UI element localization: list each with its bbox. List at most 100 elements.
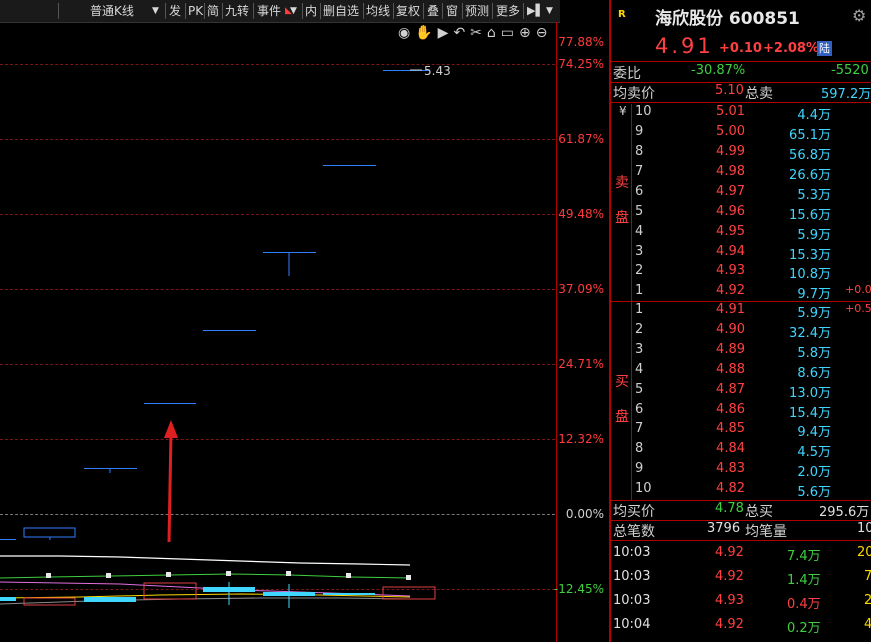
sell-level-row[interactable]: 1 4.92 9.7万 +0.0 <box>611 283 871 303</box>
candle <box>23 527 76 538</box>
candle <box>323 165 376 166</box>
ticks-label: 总笔数 <box>613 524 655 540</box>
toolbar-divider <box>363 3 364 19</box>
price-change: +0.10 <box>719 41 762 56</box>
gear-icon[interactable]: ⚙ <box>852 6 866 25</box>
buy-level-row[interactable]: 8 4.84 4.5万 <box>611 441 871 461</box>
buy-level-row[interactable]: 1 4.91 5.9万 +0.5 <box>611 302 871 322</box>
divider <box>611 102 871 103</box>
buy-total: 295.6万 <box>819 505 870 520</box>
arrow-shaft <box>167 431 173 543</box>
toolbar-divider <box>462 3 463 19</box>
marker <box>166 572 171 577</box>
toolbar-divider <box>320 3 321 19</box>
toolbar-item-more[interactable]: 更多 <box>496 2 520 20</box>
trade-row: 10:04 4.92 0.2万 4 <box>613 617 871 636</box>
sell-level-row[interactable]: 7 4.98 26.6万 <box>611 164 871 184</box>
toolbar-item-jiuzhuan[interactable]: 九转 <box>225 2 249 20</box>
toolbar-divider <box>523 3 524 19</box>
sell-level-row[interactable]: 6 4.97 5.3万 <box>611 184 871 204</box>
volume-bar <box>84 597 136 602</box>
toolbar-divider <box>204 3 205 19</box>
hk-connect-badge: 陆 <box>817 41 832 56</box>
buy-level-row[interactable]: 10 4.82 5.6万 <box>611 481 871 501</box>
max-price-annotation: 5.43 <box>424 64 451 78</box>
toolbar-item-fa[interactable]: 发 <box>169 2 181 20</box>
toolbar-item-events[interactable]: 事件 <box>257 2 281 20</box>
sell-level-row[interactable]: 9 5.00 65.1万 <box>611 124 871 144</box>
chevron-down-icon[interactable]: ▼ <box>546 2 553 20</box>
buy-level-row[interactable]: 5 4.87 13.0万 <box>611 382 871 402</box>
kline-plot: 5.43 <box>0 64 451 608</box>
y-axis-label: 37.09% <box>558 282 604 296</box>
toolbar-divider <box>423 3 424 19</box>
collapse-icon[interactable]: ▶▌ <box>527 2 544 20</box>
marker <box>406 575 411 580</box>
y-axis-label: 0.00% <box>565 507 604 521</box>
sell-level-row[interactable]: 2 4.93 10.8万 <box>611 263 871 283</box>
toolbar-item-pk[interactable]: PK <box>188 2 203 20</box>
buy-level-row[interactable]: 4 4.88 8.6万 <box>611 362 871 382</box>
chevron-down-icon[interactable]: ▼ <box>152 2 159 20</box>
volume-bar <box>323 593 375 595</box>
buy-level-row[interactable]: 7 4.85 9.4万 <box>611 421 871 441</box>
y-axis-label: 49.48% <box>558 207 604 221</box>
axis-divider <box>556 22 557 642</box>
buy-avg-price: 4.78 <box>715 501 744 516</box>
candle <box>144 403 196 404</box>
weibi-row: 委比 -30.87% -5520 <box>611 63 871 83</box>
volume-bar <box>0 597 16 601</box>
ticks-row: 总笔数 3796 均笔量 10 <box>611 521 871 541</box>
y-axis-label: 24.71% <box>558 357 604 371</box>
toolbar-divider <box>165 3 166 19</box>
sell-level-row[interactable]: 8 4.99 56.8万 <box>611 144 871 164</box>
toolbar-item-window[interactable]: 窗 <box>446 2 458 20</box>
ma-line <box>0 555 411 566</box>
buy-level-row[interactable]: 2 4.90 32.4万 <box>611 322 871 342</box>
trade-row: 10:03 4.92 1.4万 7 <box>613 569 871 588</box>
chevron-down-icon[interactable]: ▼ <box>290 2 297 20</box>
toolbar-item-ma[interactable]: 均线 <box>366 2 390 20</box>
kline-mode-select[interactable]: 普通K线 <box>90 2 134 20</box>
quote-panel: R 海欣股份 600851 ⚙ 4.91 +0.10 +2.08% 陆 委比 -… <box>609 0 871 642</box>
marker <box>286 571 291 576</box>
buy-level-row[interactable]: 3 4.89 5.8万 <box>611 342 871 362</box>
sell-total: 597.2万 <box>821 87 871 102</box>
sell-level-row[interactable]: 4 4.95 5.9万 <box>611 224 871 244</box>
marker <box>346 573 351 578</box>
sell-avg-price: 5.10 <box>715 83 744 98</box>
buy-level-row[interactable]: 9 4.83 2.0万 <box>611 461 871 481</box>
chart-toolbar: 普通K线 ▼ 发 PK 简 九转 事件 ◣ ▼ 内 删自选 均线 复权 叠 窗 … <box>0 0 560 23</box>
stock-name-code: 海欣股份 600851 <box>655 9 800 29</box>
divider <box>611 61 871 62</box>
price-change-pct: +2.08% <box>763 41 819 56</box>
marker <box>226 571 231 576</box>
kline-chart[interactable]: ◉✋▶↶✂⌂▭⊕⊖ 77.88% 74.25% 61.87% 49.48% 37… <box>0 22 608 642</box>
toolbar-item-forecast[interactable]: 预测 <box>465 2 489 20</box>
trade-row: 10:03 4.92 7.4万 20 <box>613 545 871 564</box>
buy-avg-label: 均买价 <box>613 504 655 520</box>
y-axis-label: 77.88% <box>558 35 604 49</box>
trade-row: 10:03 4.93 0.4万 2 <box>613 593 871 612</box>
toolbar-item-remove-watch[interactable]: 删自选 <box>323 2 359 20</box>
candle <box>383 70 429 71</box>
sell-level-row[interactable]: 10 5.01 4.4万 <box>611 104 871 124</box>
toolbar-item-adjust[interactable]: 复权 <box>396 2 420 20</box>
toolbar-divider <box>58 3 59 19</box>
buy-level-row[interactable]: 6 4.86 15.4万 <box>611 402 871 422</box>
weibi-pct: -30.87% <box>691 63 746 78</box>
toolbar-item-nei[interactable]: 内 <box>305 2 317 20</box>
y-axis-label: 61.87% <box>558 132 604 146</box>
marker <box>106 573 111 578</box>
toolbar-divider <box>393 3 394 19</box>
avg-vol-label: 均笔量 <box>745 524 787 540</box>
avg-vol: 10 <box>857 521 871 536</box>
toolbar-divider <box>492 3 493 19</box>
sell-level-row[interactable]: 5 4.96 15.6万 <box>611 204 871 224</box>
toolbar-item-jian[interactable]: 简 <box>207 2 219 20</box>
arrow-icon <box>164 420 178 438</box>
sell-level-row[interactable]: 3 4.94 15.3万 <box>611 244 871 264</box>
candle <box>203 330 256 331</box>
toolbar-item-overlay[interactable]: 叠 <box>427 2 439 20</box>
divider <box>611 540 871 541</box>
